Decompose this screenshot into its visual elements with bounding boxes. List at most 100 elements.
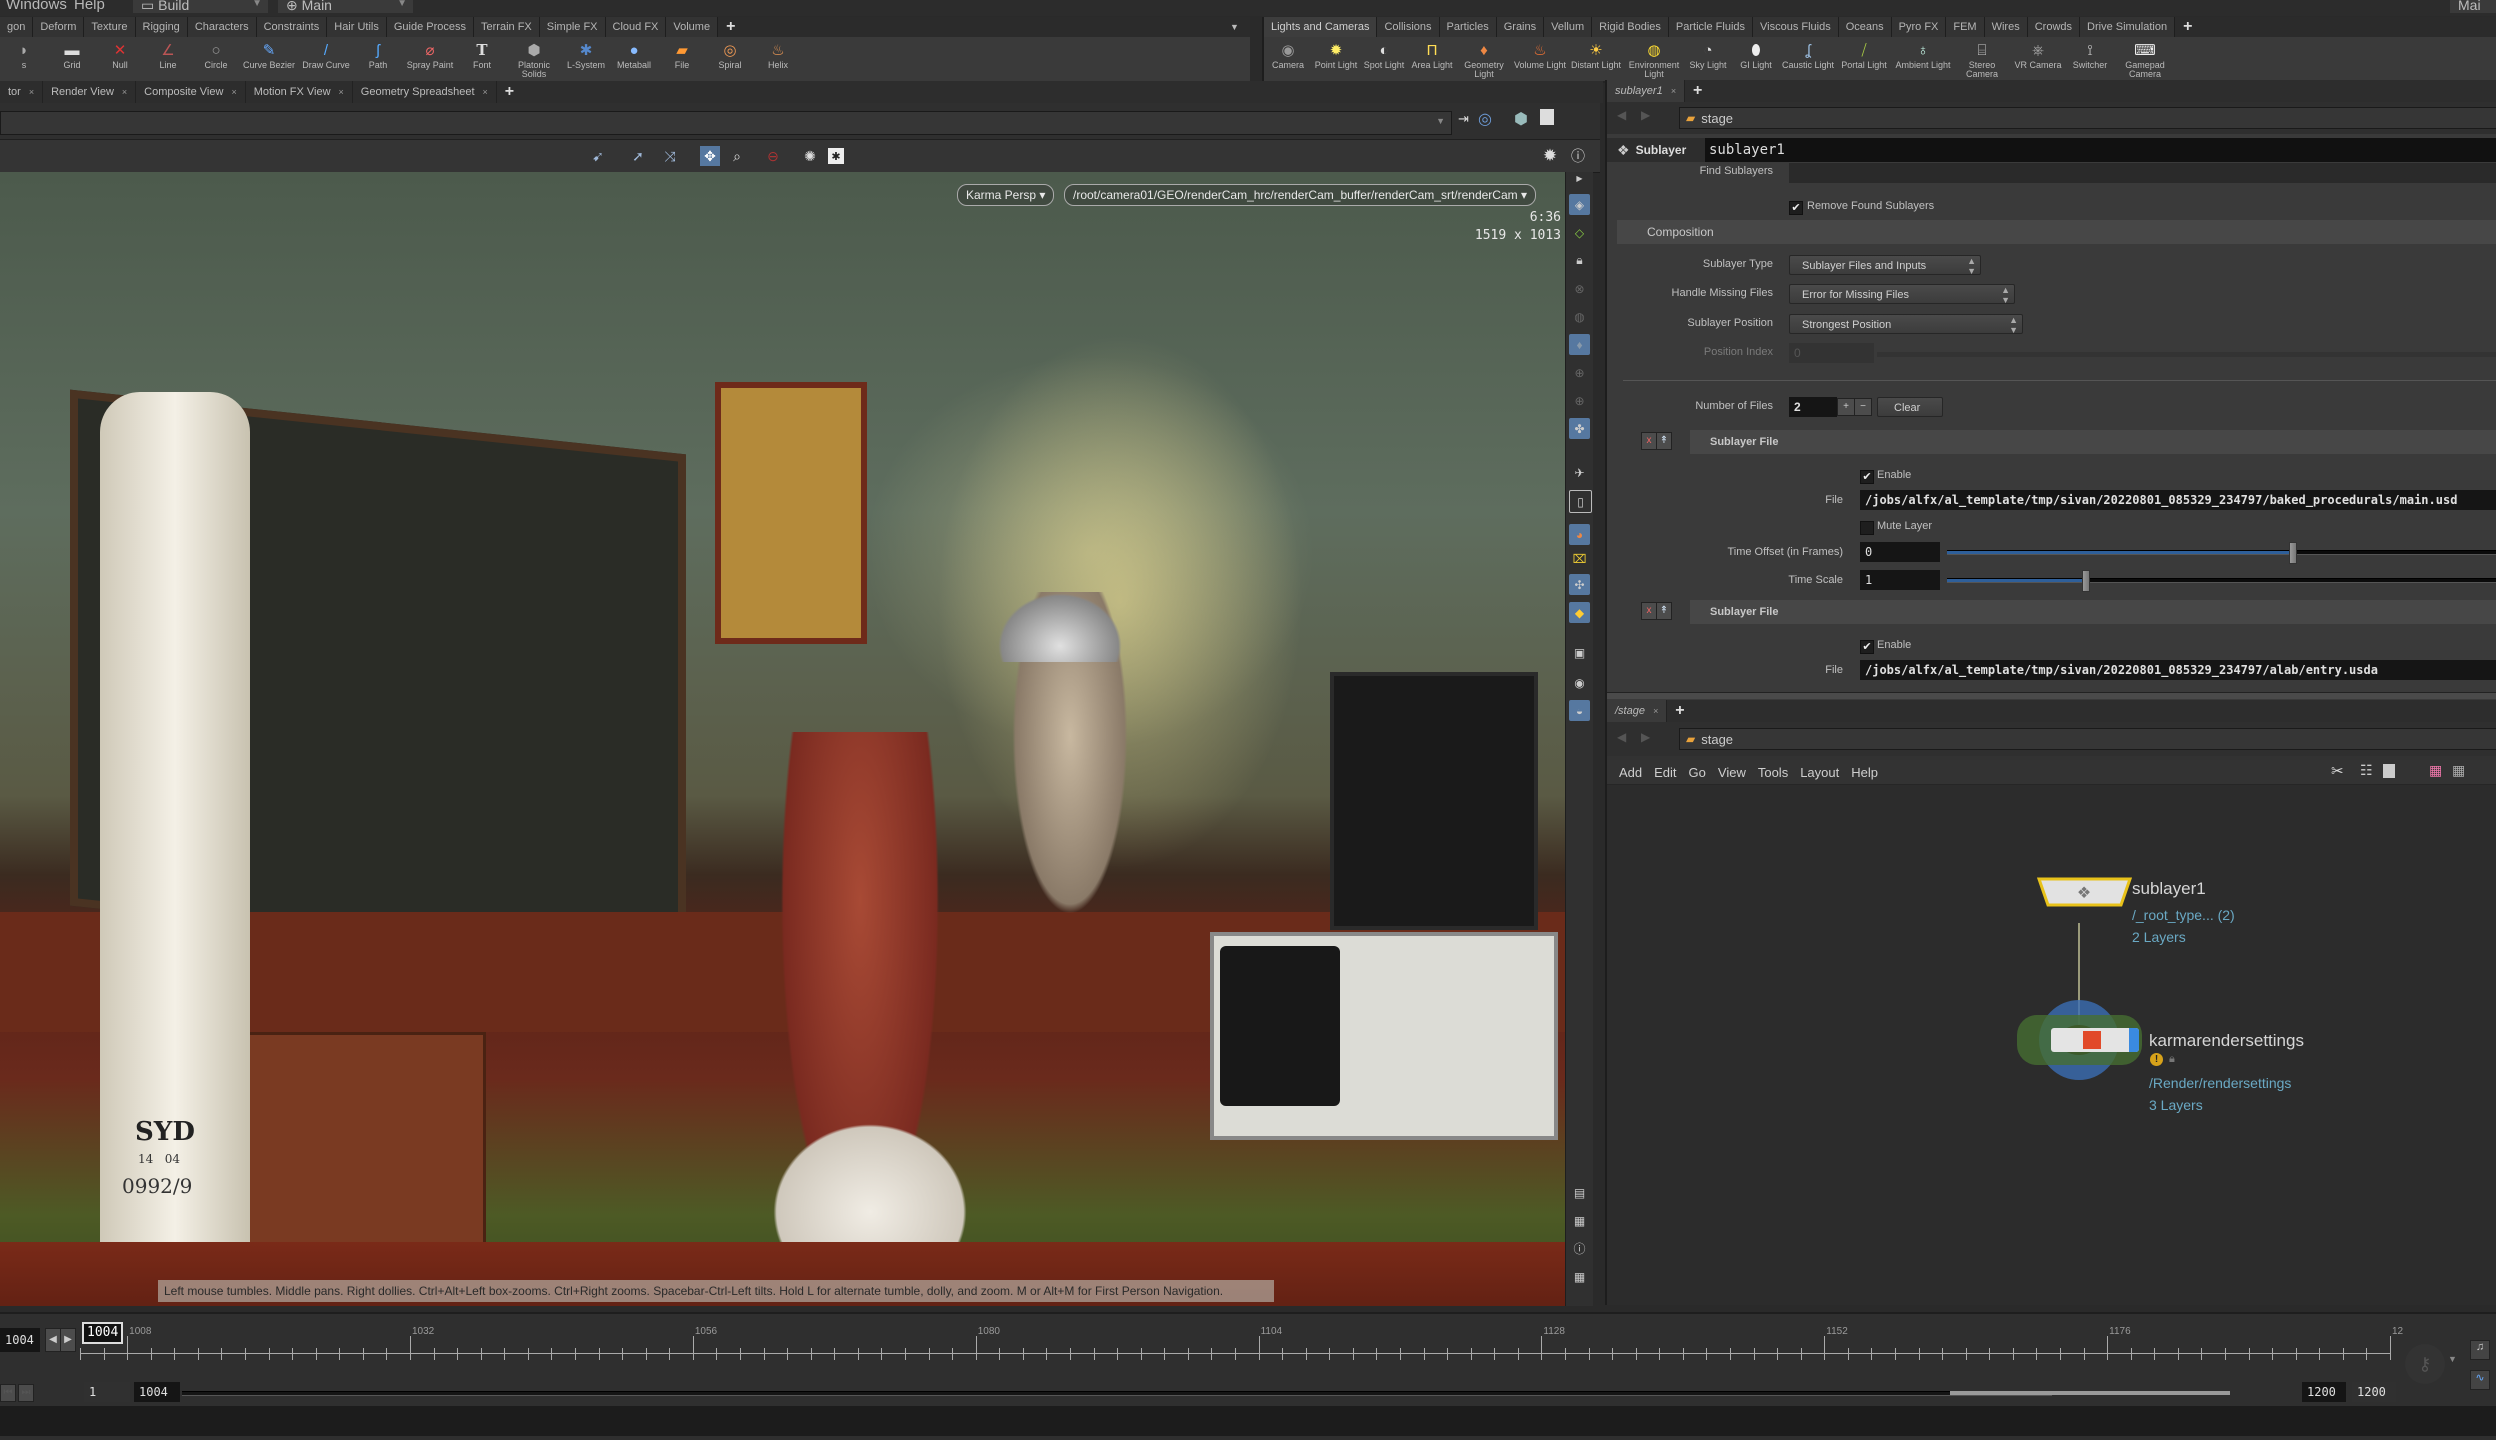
add-shelf-tab-button[interactable]: + [2175,17,2200,37]
tool-point-light[interactable]: ✹ Point Light [1312,37,1360,81]
slider-handle[interactable] [2289,542,2297,564]
display-options-icon[interactable]: ◈ [1569,194,1590,215]
range-end-global-field[interactable]: 1200 [2352,1382,2396,1402]
context-selector[interactable]: ⊕ Main ▼ [278,0,413,13]
shelf-tab-oceans[interactable]: Oceans [1838,17,1892,37]
wireframe-icon[interactable]: ◇ [1569,222,1590,243]
tab-motion-fx-view[interactable]: Motion FX View × [246,81,353,103]
camera-path-menu-button[interactable]: /root/camera01/GEO/renderCam_hrc/renderC… [1064,184,1536,206]
add-pane-tab-button[interactable]: + [1667,702,1692,720]
tool-platonic-solids[interactable]: ⬢ Platonic Solids [506,37,562,81]
playback-range-bar[interactable] [182,1391,2230,1396]
shelf-tab-collisions[interactable]: Collisions [1377,17,1440,37]
shelf-tab-constraints[interactable]: Constraints [256,17,328,37]
tool-null[interactable]: ✕ Null [96,37,144,81]
tool-font[interactable]: T Font [458,37,506,81]
link-icon[interactable]: ◎ [1478,109,1492,129]
shape-palette-icon[interactable]: ▦ [2452,762,2465,779]
tool-spiral[interactable]: ◎ Spiral [706,37,754,81]
shelf-tab-drive-simulation[interactable]: Drive Simulation [2080,17,2176,37]
tool-gamepad-camera[interactable]: ⌨ Gamepad Camera [2114,37,2176,81]
forward-arrow-icon[interactable]: ▶ [1641,108,1650,122]
tool-sphere[interactable]: ◗ s [0,37,48,81]
close-tab-icon[interactable]: × [231,81,236,103]
background-icon[interactable]: ▣ [1569,642,1590,663]
clear-files-button[interactable]: Clear [1877,397,1943,417]
headlight-icon[interactable]: ◆ [1569,602,1590,623]
stop-render-icon[interactable]: ⊖ [763,146,783,166]
animation-editor-icon[interactable]: ∿ [2470,1370,2490,1390]
enable-checkbox[interactable]: ✔ [1860,470,1874,484]
jump-start-button[interactable]: ⏮ [0,1384,16,1402]
remove-instance-button[interactable]: x [1641,432,1657,450]
collapse-arrow-icon[interactable]: ▶ [1569,172,1590,184]
node-sublayer1[interactable]: ❖ [2036,877,2133,907]
tool-geometry-light[interactable]: ♦ Geometry Light [1456,37,1512,81]
remove-file-button[interactable]: − [1854,398,1872,416]
tree-view-icon[interactable]: ☷ [2360,762,2373,779]
pin-icon[interactable]: ⇥ [1458,111,1469,127]
materials-icon[interactable]: ◕ [1569,524,1590,545]
network-canvas[interactable]: ❖ sublayer1 /_root_type... (2) 2 Layers … [1607,785,2496,1305]
render-settings-icon[interactable]: ✱ [828,148,844,164]
tab-geometry-spreadsheet[interactable]: Geometry Spreadsheet × [353,81,497,103]
shelf-tab-volume[interactable]: Volume [666,17,719,37]
remove-found-checkbox[interactable]: ✔ [1789,201,1803,215]
position-index-slider[interactable] [1877,352,2496,357]
pose-icon[interactable]: ⤨ [660,146,680,166]
tool-draw-curve[interactable]: / Draw Curve [298,37,354,81]
tool-sky-light[interactable]: ◔ Sky Light [1684,37,1732,81]
tab-sublayer1[interactable]: sublayer1 × [1607,80,1685,102]
insert-instance-button[interactable]: ↟ [1656,432,1672,450]
chevron-down-icon[interactable]: ▼ [2448,1354,2457,1364]
tool-area-light[interactable]: Π Area Light [1408,37,1456,81]
view-tool-icon[interactable]: ✥ [700,146,720,166]
zoom-tool-icon[interactable]: ⌕ [727,146,747,166]
snap-icon[interactable]: ⊗ [1569,278,1590,299]
menu-layout[interactable]: Layout [1800,765,1839,780]
tool-portal-light[interactable]: ⧸ Portal Light [1836,37,1892,81]
audio-icon[interactable]: ♫ [2470,1340,2490,1360]
transform-icon[interactable]: ➚ [628,146,648,166]
timeline-ruler[interactable]: 1008 1032 1056 1080 1104 1128 1152 1176 12 [80,1326,2403,1366]
tool-l-system[interactable]: ✱ L-System [562,37,610,81]
param-path-field[interactable]: ▰ stage [1679,107,2496,129]
shading-icon[interactable]: ♦ [1569,334,1590,355]
find-sublayers-field[interactable] [1789,163,2496,183]
help-icon[interactable]: ⓘ [1568,146,1588,166]
pane-layout-icon[interactable] [1540,109,1554,125]
desktop-selector[interactable]: ▭ Build ▼ [133,0,268,13]
remove-instance-button[interactable]: x [1641,602,1657,620]
tool-metaball[interactable]: ● Metaball [610,37,658,81]
shelf-menu-arrow-icon[interactable]: ▼ [1230,17,1250,37]
tools-icon[interactable]: ✂ [2331,762,2344,780]
tool-line[interactable]: ∠ Line [144,37,192,81]
shelf-tab-lights-cameras[interactable]: Lights and Cameras [1264,17,1378,37]
tool-grid[interactable]: ▬ Grid [48,37,96,81]
lights-icon[interactable]: ✣ [1569,574,1590,595]
tab-network-editor[interactable]: tor × [0,81,44,103]
shelf-tab-crowds[interactable]: Crowds [2027,17,2081,37]
select-icon[interactable]: ➹ [588,146,608,166]
close-tab-icon[interactable]: × [339,81,344,103]
tool-switcher[interactable]: ⟟ Switcher [2066,37,2114,81]
display-flag[interactable] [2129,1028,2139,1052]
key-icon[interactable]: ⚷ [2405,1344,2445,1384]
tool-stereo-camera[interactable]: ⌸ Stereo Camera [1954,37,2010,81]
info-icon[interactable]: ⓘ [1569,1238,1590,1259]
close-tab-icon[interactable]: × [1653,700,1658,722]
range-end-field[interactable]: 1200 [2302,1382,2346,1402]
time-offset-field[interactable]: 0 [1860,542,1940,562]
tool-circle[interactable]: ○ Circle [192,37,240,81]
menu-help[interactable]: Help [74,0,105,13]
right-context-selector[interactable]: Mai [2450,0,2496,13]
point-normal-icon[interactable]: ⊕ [1569,390,1590,411]
back-arrow-icon[interactable]: ◀ [1617,730,1626,744]
snapshot-icon[interactable]: ▤ [1569,1182,1590,1203]
list-view-icon[interactable] [2383,764,2395,778]
render-icon[interactable]: ✺ [800,146,820,166]
insert-instance-button[interactable]: ↟ [1656,602,1672,620]
shelf-tab-simple-fx[interactable]: Simple FX [539,17,606,37]
menu-help[interactable]: Help [1851,765,1878,780]
enable-checkbox[interactable]: ✔ [1860,640,1874,654]
